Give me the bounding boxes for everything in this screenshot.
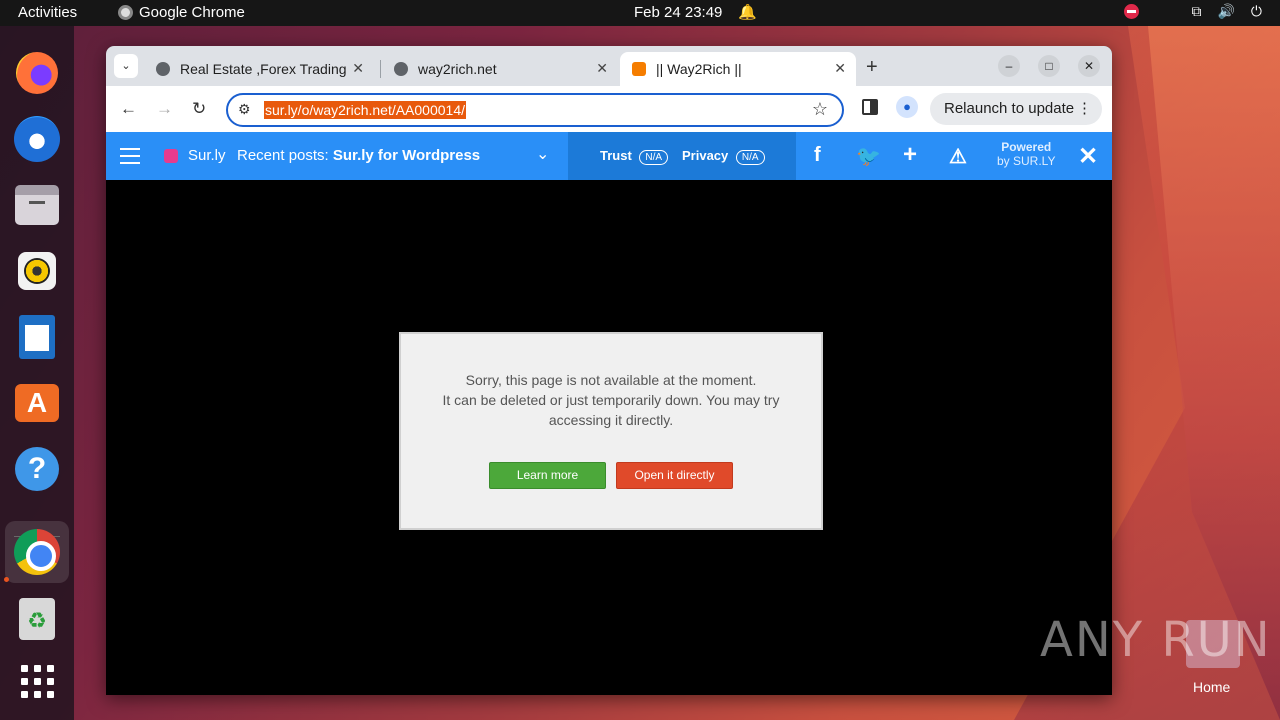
- trust-rating[interactable]: Trust N/A: [600, 148, 669, 165]
- tab-separator: [380, 60, 381, 78]
- blogger-icon: [632, 62, 646, 76]
- writer-icon: [19, 315, 55, 359]
- tab-title: || Way2Rich ||: [656, 61, 742, 77]
- site-settings-icon[interactable]: ⚙: [238, 101, 251, 118]
- profile-avatar-icon[interactable]: ●: [896, 96, 918, 118]
- trash-launcher[interactable]: ♻: [12, 594, 62, 644]
- app-menu[interactable]: Google Chrome: [118, 4, 245, 21]
- tab-title: way2rich.net: [418, 61, 497, 77]
- tab-search-button[interactable]: ⌄: [114, 54, 138, 78]
- rhythmbox-icon: [18, 252, 56, 290]
- watermark: ANY RUN: [1040, 612, 1272, 668]
- url-text[interactable]: sur.ly/o/way2rich.net/AA000014/: [264, 101, 467, 119]
- firefox-launcher[interactable]: [12, 48, 62, 98]
- running-indicator: [4, 577, 9, 582]
- twitter-icon[interactable]: 🐦: [856, 144, 881, 169]
- maximize-button[interactable]: □: [1038, 55, 1060, 77]
- network-icon: ⧉: [1191, 3, 1202, 19]
- side-panel-icon[interactable]: [862, 99, 878, 115]
- unavailable-dialog: Sorry, this page is not available at the…: [399, 332, 823, 530]
- hamburger-menu-icon[interactable]: [120, 148, 140, 164]
- facebook-icon[interactable]: f: [814, 144, 821, 167]
- browser-toolbar: ← → ↻ ⚙ sur.ly/o/way2rich.net/AA000014/ …: [106, 86, 1112, 132]
- rhythmbox-launcher[interactable]: [12, 246, 62, 296]
- power-icon: ⏻: [1250, 3, 1262, 19]
- tab-1[interactable]: Real Estate ,Forex Trading ✕: [144, 52, 374, 86]
- files-launcher[interactable]: [12, 180, 62, 230]
- reload-button[interactable]: ↻: [192, 99, 206, 119]
- clock[interactable]: Feb 24 23:49: [634, 4, 722, 21]
- recent-posts-label: Recent posts:: [237, 147, 329, 164]
- powered-line-1: Powered: [1001, 140, 1052, 154]
- activities-button[interactable]: Activities: [18, 4, 77, 21]
- trash-icon: ♻: [19, 598, 55, 640]
- recent-post-title[interactable]: Sur.ly for Wordpress: [333, 147, 480, 164]
- system-tray[interactable]: ⧉ 🔊 ⏻: [1124, 3, 1262, 20]
- powered-by[interactable]: Powered by SUR.LY: [997, 140, 1055, 168]
- close-icon[interactable]: ✕: [1078, 142, 1098, 171]
- privacy-rating[interactable]: Privacy N/A: [682, 148, 765, 165]
- open-directly-button[interactable]: Open it directly: [616, 462, 733, 489]
- volume-icon: 🔊: [1217, 3, 1235, 19]
- surly-toolbar: Sur.ly Recent posts: Sur.ly for Wordpres…: [106, 132, 1112, 180]
- message-line-2: It can be deleted or just temporarily do…: [442, 392, 780, 408]
- app-center-icon: A: [15, 384, 59, 422]
- surly-brand[interactable]: Sur.ly: [188, 147, 226, 164]
- files-icon: [15, 185, 59, 225]
- new-tab-button[interactable]: +: [866, 56, 878, 79]
- dialog-message: Sorry, this page is not available at the…: [401, 370, 821, 430]
- top-bar: Activities Google Chrome Feb 24 23:49 🔔 …: [0, 0, 1280, 26]
- show-apps-button[interactable]: [12, 656, 62, 706]
- tab-strip: ⌄ Real Estate ,Forex Trading ✕ way2rich.…: [106, 46, 1112, 86]
- tab-2[interactable]: way2rich.net ✕: [382, 52, 618, 86]
- firefox-icon: [16, 52, 58, 94]
- privacy-label: Privacy: [682, 148, 729, 163]
- globe-icon: [394, 62, 408, 76]
- surly-logo-icon: [164, 149, 178, 163]
- minimize-button[interactable]: –: [998, 55, 1020, 77]
- app-center-launcher[interactable]: A: [12, 378, 62, 428]
- relaunch-label: Relaunch to update: [944, 100, 1075, 117]
- back-button[interactable]: ←: [120, 99, 137, 119]
- plus-icon[interactable]: +: [903, 141, 917, 169]
- app-name: Google Chrome: [139, 4, 245, 21]
- kebab-menu-icon[interactable]: ⋮: [1077, 93, 1092, 125]
- help-launcher[interactable]: ?: [12, 444, 62, 494]
- thunderbird-launcher[interactable]: [12, 114, 62, 164]
- bookmark-star-icon[interactable]: ☆: [812, 99, 828, 120]
- warning-icon[interactable]: ⚠: [949, 144, 967, 169]
- browser-window: ⌄ Real Estate ,Forex Trading ✕ way2rich.…: [106, 46, 1112, 695]
- close-tab-icon[interactable]: ✕: [596, 60, 608, 77]
- globe-icon: [156, 62, 170, 76]
- relaunch-button[interactable]: Relaunch to update ⋮: [930, 93, 1102, 125]
- privacy-badge: N/A: [735, 150, 765, 165]
- recording-icon: [1124, 4, 1140, 19]
- learn-more-button[interactable]: Learn more: [489, 462, 606, 489]
- tab-title: Real Estate ,Forex Trading: [180, 61, 347, 77]
- rating-panel: Trust N/A Privacy N/A: [568, 132, 796, 180]
- chrome-launcher[interactable]: [5, 521, 69, 583]
- trust-label: Trust: [600, 148, 632, 163]
- powered-line-2: by SUR.LY: [997, 154, 1056, 168]
- home-label[interactable]: Home: [1193, 679, 1230, 695]
- help-icon: ?: [15, 447, 59, 491]
- close-tab-icon[interactable]: ✕: [352, 60, 364, 77]
- message-line-1: Sorry, this page is not available at the…: [465, 372, 757, 388]
- address-bar[interactable]: ⚙ sur.ly/o/way2rich.net/AA000014/ ☆: [226, 93, 844, 127]
- close-tab-icon[interactable]: ✕: [834, 60, 846, 77]
- close-window-button[interactable]: ✕: [1078, 55, 1100, 77]
- chrome-icon: [118, 5, 133, 20]
- writer-launcher[interactable]: [12, 312, 62, 362]
- apps-grid-icon: [20, 664, 54, 698]
- chrome-icon: [14, 529, 60, 575]
- trust-badge: N/A: [639, 150, 669, 165]
- thunderbird-icon: [14, 116, 60, 162]
- bell-icon: 🔔: [738, 4, 757, 21]
- dock: A ? ♻: [0, 26, 74, 720]
- forward-button[interactable]: →: [156, 99, 173, 119]
- recent-posts[interactable]: Recent posts: Sur.ly for Wordpress: [237, 147, 480, 164]
- tab-3[interactable]: || Way2Rich || ✕: [620, 52, 856, 86]
- message-line-3: accessing it directly.: [548, 412, 674, 428]
- chevron-down-icon[interactable]: ⌄: [536, 144, 549, 164]
